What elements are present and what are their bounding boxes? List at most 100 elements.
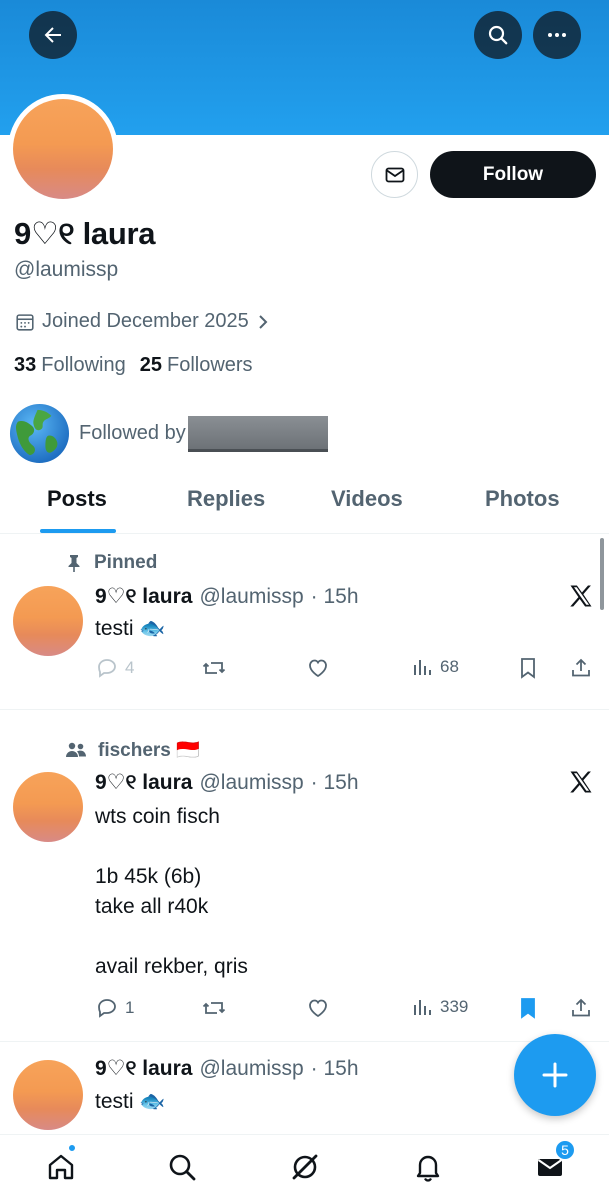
- more-button[interactable]: [533, 11, 581, 59]
- nav-home[interactable]: [41, 1144, 81, 1187]
- post-author-name[interactable]: 9♡୧ laura: [95, 1056, 192, 1081]
- share-icon: [572, 998, 590, 1017]
- post-avatar[interactable]: [13, 772, 83, 842]
- post-context: fischers 🇮🇩: [64, 738, 200, 762]
- envelope-icon: [385, 167, 404, 182]
- views-icon: [414, 1000, 431, 1015]
- home-notification-dot: [68, 1144, 76, 1152]
- post-text: testi 🐟: [95, 617, 166, 640]
- reply-button[interactable]: 4: [95, 656, 134, 680]
- community-icon: [66, 742, 86, 757]
- globe-avatar-icon: [9, 403, 70, 464]
- profile-display-name: 9♡୧ laura: [14, 216, 156, 251]
- heart-icon: [309, 659, 327, 678]
- post-text: wts coin fisch 1b 45k (6b) take all r40k…: [95, 805, 248, 978]
- profile-tabs: Posts Replies Videos Photos: [0, 470, 609, 534]
- bookmark-button[interactable]: [517, 656, 539, 680]
- calendar-icon: [16, 313, 34, 331]
- joined-date[interactable]: Joined December 2025: [14, 310, 271, 333]
- x-logo-icon: [570, 771, 592, 793]
- share-button[interactable]: [569, 656, 593, 680]
- tab-replies[interactable]: Replies: [187, 486, 265, 512]
- reply-count: 4: [125, 658, 135, 677]
- pinned-label: Pinned: [94, 552, 158, 573]
- post-time: · 15h: [310, 1057, 359, 1080]
- reply-icon: [98, 999, 116, 1018]
- more-icon: [548, 33, 566, 37]
- nav-notifications[interactable]: [408, 1147, 448, 1187]
- like-button[interactable]: [306, 996, 330, 1020]
- post-time: · 15h: [310, 771, 359, 794]
- bell-icon: [416, 1155, 440, 1182]
- back-button[interactable]: [29, 11, 77, 59]
- tab-posts[interactable]: Posts: [47, 486, 107, 512]
- post-card[interactable]: fischers 🇮🇩 9♡୧ laura @laumissp · 15h wt…: [0, 710, 609, 1042]
- bookmark-icon: [521, 658, 535, 679]
- share-icon: [572, 658, 590, 677]
- grok-icon: [292, 1154, 318, 1180]
- repost-icon: [202, 1002, 226, 1014]
- home-icon: [48, 1154, 74, 1180]
- bottom-nav: 5: [0, 1134, 609, 1200]
- post-author-handle[interactable]: @laumissp: [199, 1057, 303, 1081]
- post-time: · 15h: [310, 585, 359, 608]
- views-icon: [414, 660, 431, 675]
- nav-grok[interactable]: [285, 1147, 325, 1187]
- post-card[interactable]: Pinned 9♡୧ laura @laumissp · 15h testi 🐟…: [0, 534, 609, 710]
- post-author-handle[interactable]: @laumissp: [199, 771, 303, 795]
- pin-icon: [68, 555, 80, 572]
- post-author-name[interactable]: 9♡୧ laura: [95, 770, 192, 795]
- redacted-names: [187, 415, 328, 452]
- scrollbar[interactable]: [600, 538, 604, 610]
- post-avatar[interactable]: [13, 1060, 83, 1130]
- profile-handle: @laumissp: [14, 258, 119, 281]
- repost-button[interactable]: [201, 656, 227, 680]
- joined-text: Joined December 2025: [42, 310, 249, 332]
- following-link[interactable]: 33 Following: [14, 354, 126, 377]
- community-label[interactable]: fischers 🇮🇩: [98, 738, 200, 762]
- tab-active-indicator: [40, 529, 116, 533]
- plus-icon: [542, 1062, 568, 1088]
- post-context: Pinned: [64, 552, 157, 574]
- post-author-handle[interactable]: @laumissp: [199, 585, 303, 609]
- arrow-left-icon: [44, 27, 61, 43]
- tab-photos[interactable]: Photos: [485, 486, 560, 512]
- following-count: 33: [14, 354, 37, 376]
- post-avatar[interactable]: [13, 586, 83, 656]
- post-text: testi 🐟: [95, 1090, 166, 1113]
- views-button[interactable]: 339: [412, 996, 468, 1018]
- follow-button[interactable]: Follow: [430, 151, 596, 198]
- search-icon: [488, 25, 508, 45]
- message-button[interactable]: [371, 151, 418, 198]
- views-count: 68: [440, 657, 459, 676]
- followers-link[interactable]: 25 Followers: [140, 354, 253, 377]
- reply-icon: [98, 659, 116, 678]
- profile-avatar[interactable]: [8, 94, 118, 204]
- tab-videos[interactable]: Videos: [331, 486, 403, 512]
- like-button[interactable]: [306, 656, 330, 680]
- followers-label: Followers: [166, 354, 253, 376]
- heart-icon: [309, 999, 327, 1018]
- bookmark-button[interactable]: [517, 996, 539, 1020]
- chevron-right-icon: [259, 314, 268, 329]
- post-author-name[interactable]: 9♡୧ laura: [95, 584, 192, 609]
- share-button[interactable]: [569, 996, 593, 1020]
- followed-by-row[interactable]: Followed by: [8, 402, 328, 465]
- search-button[interactable]: [474, 11, 522, 59]
- x-logo-icon: [570, 585, 592, 607]
- views-button[interactable]: 68: [412, 656, 459, 678]
- reply-button[interactable]: 1: [95, 996, 134, 1020]
- messages-badge: 5: [554, 1139, 576, 1161]
- search-icon: [169, 1154, 196, 1181]
- nav-messages[interactable]: 5: [530, 1139, 576, 1187]
- views-count: 339: [440, 997, 469, 1016]
- compose-button[interactable]: [514, 1034, 596, 1116]
- repost-button[interactable]: [201, 996, 227, 1020]
- repost-icon: [202, 662, 226, 674]
- reply-count: 1: [125, 998, 135, 1017]
- following-label: Following: [41, 354, 126, 376]
- bookmark-filled-icon: [521, 998, 535, 1019]
- followers-count: 25: [139, 354, 162, 376]
- nav-search[interactable]: [162, 1147, 202, 1187]
- followed-by-label: Followed by: [79, 422, 186, 444]
